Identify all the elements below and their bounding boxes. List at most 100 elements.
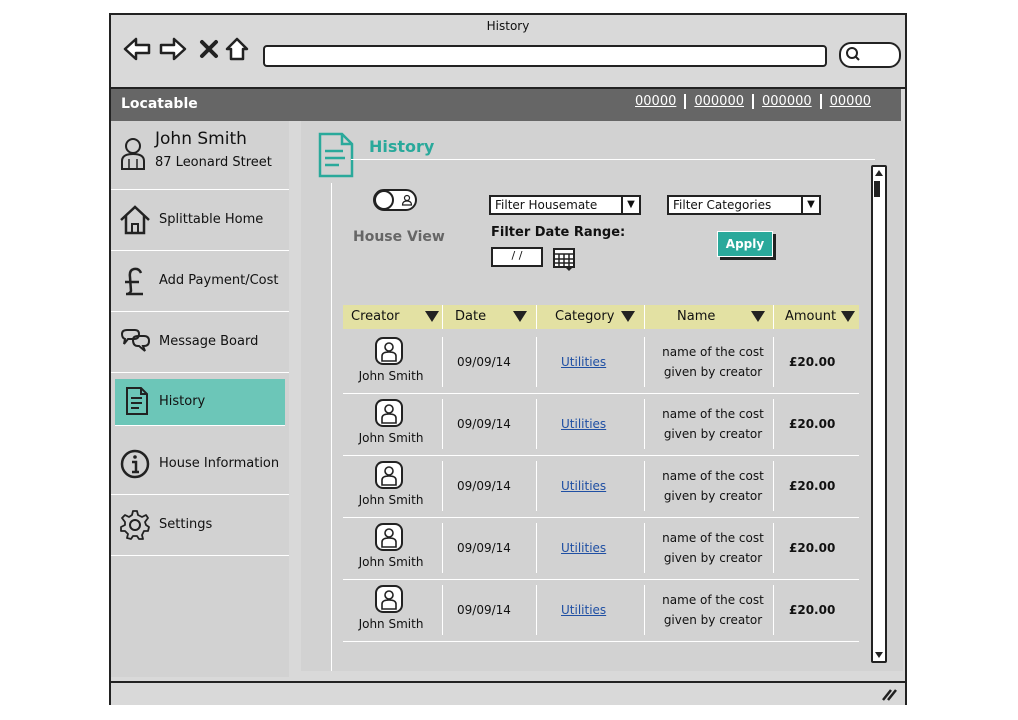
table-row[interactable]: John Smith 09/09/14 Utilities name of th…	[343, 393, 859, 456]
top-link[interactable]: 00000	[627, 94, 684, 109]
creator-name: John Smith	[358, 431, 424, 445]
sort-icon	[513, 311, 527, 322]
resize-grip-icon[interactable]	[881, 687, 897, 701]
sidebar-item-settings[interactable]: Settings	[111, 495, 289, 556]
house-view-label: House View	[353, 229, 445, 245]
user-name: John Smith	[155, 129, 247, 149]
sidebar-item-history[interactable]: History	[115, 379, 285, 426]
user-icon	[381, 528, 397, 548]
amount-cell: £20.00	[789, 541, 836, 555]
browser-titlebar: History	[111, 15, 905, 89]
date-cell: 09/09/14	[457, 417, 511, 431]
table-row[interactable]: John Smith 09/09/14 Utilities name of th…	[343, 517, 859, 580]
user-icon	[381, 342, 397, 362]
sort-icon	[425, 311, 439, 322]
scrollbar[interactable]	[871, 165, 887, 663]
filter-housemate-select[interactable]: Filter Housemate ▼	[489, 195, 641, 215]
apply-button[interactable]: Apply	[717, 231, 773, 257]
divider	[773, 399, 774, 449]
creator-name: John Smith	[358, 369, 424, 383]
divider	[442, 399, 443, 449]
divider	[773, 461, 774, 511]
scrollbar-thumb[interactable]	[874, 181, 880, 197]
sidebar-user[interactable]: John Smith 87 Leonard Street	[111, 121, 289, 190]
amount-cell: £20.00	[789, 355, 836, 369]
divider	[644, 305, 645, 329]
name-cell: name of the cost given by creator	[655, 579, 771, 641]
user-icon	[381, 404, 397, 424]
top-link[interactable]: 000000	[752, 94, 820, 109]
category-link[interactable]: Utilities	[561, 541, 606, 555]
cost-name-line: name of the cost	[662, 407, 764, 421]
back-button[interactable]	[123, 35, 151, 63]
table-row[interactable]: John Smith 09/09/14 Utilities name of th…	[343, 455, 859, 518]
divider	[442, 585, 443, 635]
name-cell: name of the cost given by creator	[655, 393, 771, 455]
top-link[interactable]: 00000	[819, 94, 879, 109]
table-row[interactable]: John Smith 09/09/14 Utilities name of th…	[343, 331, 859, 394]
column-header-label: Name	[677, 309, 716, 324]
home-button[interactable]	[223, 35, 251, 63]
avatar	[375, 585, 403, 613]
filter-categories-select[interactable]: Filter Categories ▼	[667, 195, 821, 215]
category-cell: Utilities	[561, 579, 641, 641]
app-header: Locatable 00000 000000 000000 00000	[111, 89, 901, 121]
main-content: History House View Filter Housemate ▼ Fi…	[301, 121, 903, 671]
category-link[interactable]: Utilities	[561, 417, 606, 431]
cost-name-line: name of the cost	[662, 593, 764, 607]
back-arrow-icon	[123, 37, 151, 61]
select-value: Filter Categories	[673, 198, 772, 212]
home-icon	[225, 37, 249, 61]
category-link[interactable]: Utilities	[561, 603, 606, 617]
status-bar	[111, 681, 905, 705]
divider	[536, 337, 537, 387]
cost-name-line: given by creator	[663, 365, 763, 379]
sidebar-item-splittable-home[interactable]: Splittable Home	[111, 190, 289, 251]
divider	[442, 523, 443, 573]
divider	[536, 461, 537, 511]
divider	[773, 337, 774, 387]
gear-icon	[120, 510, 150, 540]
column-header-date[interactable]: Date	[455, 305, 535, 329]
creator-cell: John Smith	[343, 393, 441, 455]
sort-icon	[841, 311, 855, 322]
avatar	[375, 337, 403, 365]
divider	[536, 585, 537, 635]
browser-window: History Locatable 00000 000000 000000 00…	[109, 13, 907, 705]
select-value: Filter Housemate	[495, 198, 598, 212]
house-view-toggle[interactable]	[373, 189, 417, 211]
chevron-down-icon	[875, 652, 883, 658]
top-link[interactable]: 000000	[684, 94, 752, 109]
pound-icon	[125, 267, 143, 296]
date-cell: 09/09/14	[457, 355, 511, 369]
search-box[interactable]	[839, 42, 901, 68]
category-link[interactable]: Utilities	[561, 479, 606, 493]
stop-button[interactable]	[195, 35, 223, 63]
column-header-name[interactable]: Name	[677, 305, 767, 329]
sidebar-item-message-board[interactable]: Message Board	[111, 312, 289, 373]
category-cell: Utilities	[561, 517, 641, 579]
divider	[644, 523, 645, 573]
table-row[interactable]: John Smith 09/09/14 Utilities name of th…	[343, 579, 859, 642]
date-range-input[interactable]: / /	[491, 247, 543, 267]
address-bar[interactable]	[263, 45, 827, 67]
sidebar-item-add-payment[interactable]: Add Payment/Cost	[111, 251, 289, 312]
calendar-button[interactable]	[553, 247, 575, 271]
user-icon	[381, 590, 397, 610]
table-header: Creator Date Category Name Amount	[343, 305, 859, 329]
name-cell: name of the cost given by creator	[655, 517, 771, 579]
amount-cell: £20.00	[789, 603, 836, 617]
column-header-creator[interactable]: Creator	[351, 305, 441, 329]
page-title: History	[369, 137, 435, 156]
divider	[644, 337, 645, 387]
divider	[644, 399, 645, 449]
category-cell: Utilities	[561, 393, 641, 455]
window-title: History	[486, 19, 530, 33]
sidebar-item-house-information[interactable]: House Information	[111, 434, 289, 495]
divider	[351, 159, 875, 160]
forward-button[interactable]	[159, 35, 187, 63]
sort-icon	[621, 311, 635, 322]
column-header-category[interactable]: Category	[555, 305, 645, 329]
column-header-amount[interactable]: Amount	[785, 305, 859, 329]
category-link[interactable]: Utilities	[561, 355, 606, 369]
